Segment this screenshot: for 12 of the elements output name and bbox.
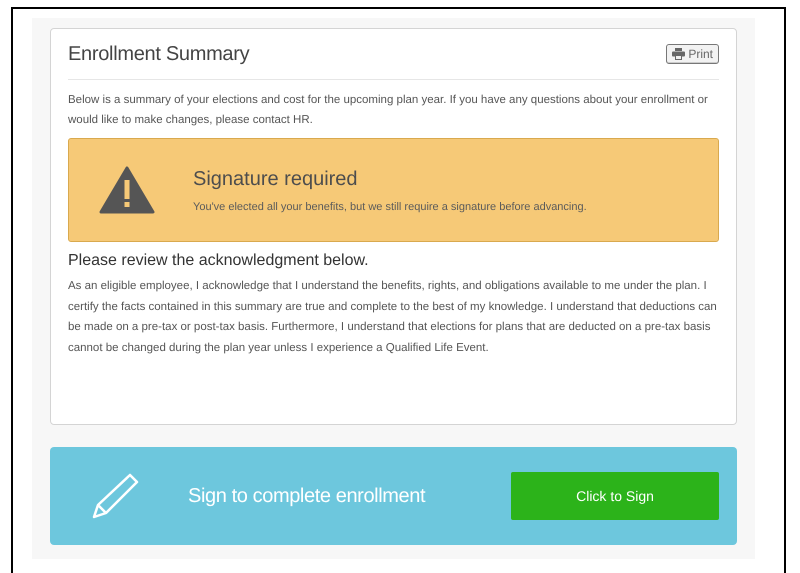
alert-message: You've elected all your benefits, but we still require a signature before advancing. [193,200,587,212]
alert-title: Signature required [193,168,359,190]
acknowledgment-heading: Please review the acknowledgment below. [68,252,370,270]
warning-icon [99,166,155,214]
card-title: Enrollment Summary [68,42,250,66]
intro-text: Below is a summary of your elections and cost for the upcoming plan year. If you have any questions about your enrollment or would like to make changes, please contact HR. [68,93,709,128]
printer-icon [672,48,686,60]
click-to-sign-button[interactable]: Click to Sign [511,472,719,520]
pencil-icon [90,472,140,520]
sign-prompt: Sign to complete enrollment [188,484,426,508]
print-button[interactable]: Print [666,44,719,64]
acknowledgment-text: As an eligible employee, I acknowledge that I understand the benefits, rights, and obligations available to me under the plan. I certify the facts contained in this summary are true and complete to the best of my knowledge. I understand that deductions can be made on a pre-tax or post-tax basis. Furthermore, I understand that elections for plans that are deducted on a pre-tax basis cannot be changed during the plan year unless I experience a Qualified Life Event. [68,279,718,356]
